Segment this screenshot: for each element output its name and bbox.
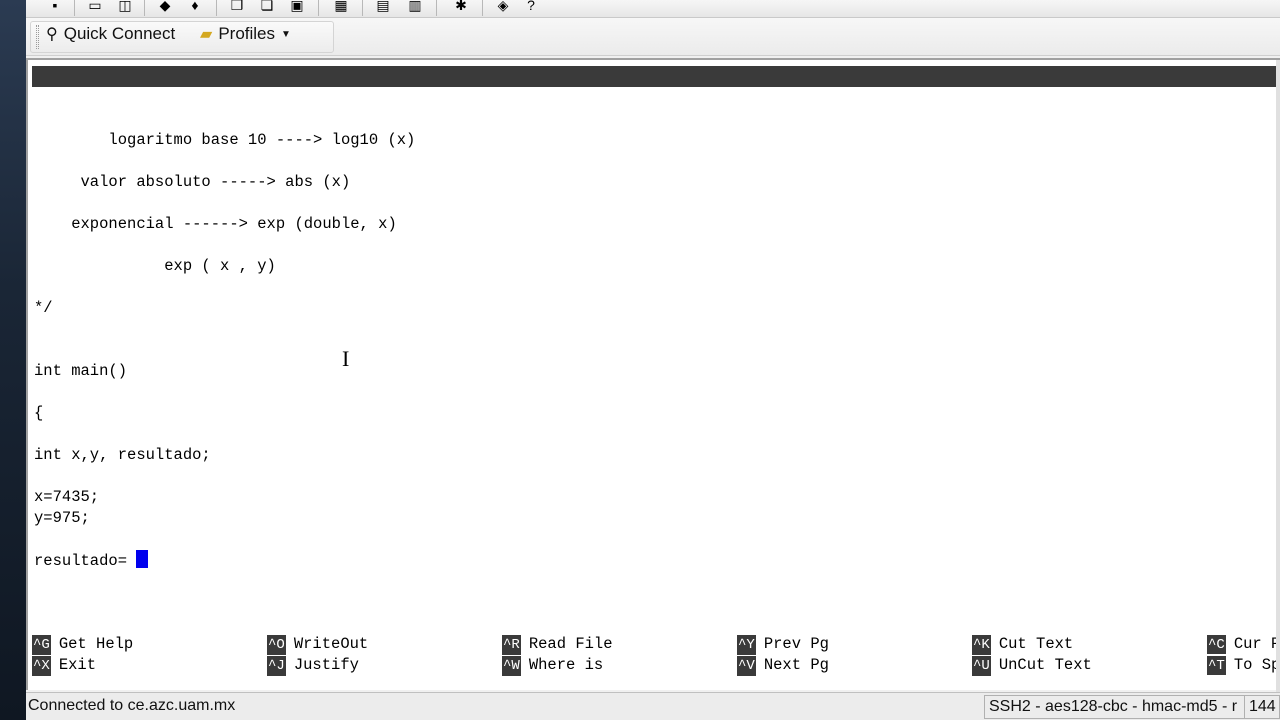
dropdown-icon: ▼ bbox=[281, 28, 291, 40]
shortcut-writeout[interactable]: ^O WriteOut bbox=[267, 634, 368, 655]
find-icon[interactable]: ▦ bbox=[330, 0, 352, 16]
quick-connect-icon: ⚲ bbox=[46, 26, 58, 43]
code-line: */ bbox=[34, 299, 53, 317]
shortcut-cur-pos[interactable]: ^CCur Pos bbox=[1207, 634, 1278, 654]
code-line: int x,y, resultado; bbox=[34, 446, 211, 464]
folder-icon: ▰ bbox=[200, 26, 213, 43]
cipher-status: SSH2 - aes128-cbc - hmac-md5 - r bbox=[984, 695, 1244, 719]
code-line: logaritmo base 10 ----> log10 (x) bbox=[34, 131, 416, 149]
shortcut-next-pg[interactable]: ^V Next Pg bbox=[737, 655, 829, 676]
quick-connect-label: Quick Connect bbox=[63, 24, 176, 43]
code-line: exp ( x , y) bbox=[34, 257, 276, 275]
terminal-scrollbar[interactable] bbox=[1276, 60, 1280, 692]
code-line: x=7435; bbox=[34, 488, 100, 506]
file-name: File: math.c bbox=[700, 110, 809, 127]
file-transfer-icon[interactable]: ▤ bbox=[372, 0, 394, 16]
shortcut-exit[interactable]: ^X Exit bbox=[32, 655, 96, 676]
shortcut-cut-text[interactable]: ^K Cut Text bbox=[972, 634, 1073, 655]
size-status: 144 bbox=[1244, 695, 1280, 719]
paste-icon[interactable]: ❏ bbox=[256, 0, 278, 16]
desktop-left-edge bbox=[0, 0, 26, 720]
text-cursor-icon: I bbox=[342, 346, 350, 371]
help-icon[interactable]: ? bbox=[520, 0, 542, 16]
shortcut-justify[interactable]: ^J Justify bbox=[267, 655, 359, 676]
connection-status: Connected to ce.azc.uam.mx bbox=[28, 697, 236, 714]
connect-toolbar: ⚲ Quick Connect ▰ Profiles ▼ bbox=[26, 18, 1280, 56]
shortcut-uncut-text[interactable]: ^U UnCut Text bbox=[972, 655, 1092, 676]
shortcut-where-is[interactable]: ^W Where is bbox=[502, 655, 603, 676]
code-line: { bbox=[34, 404, 44, 422]
code-line: valor absoluto -----> abs (x) bbox=[34, 173, 351, 191]
shortcut-read-file[interactable]: ^R Read File bbox=[502, 634, 613, 655]
editor-name: UW PICO(tm) 4.10 bbox=[63, 89, 208, 106]
code-line: exponencial ------> exp (double, x) bbox=[34, 215, 397, 233]
status-bar: Connected to ce.azc.uam.mx SSH2 - aes128… bbox=[26, 692, 1280, 720]
shortcut-get-help[interactable]: ^G Get Help bbox=[32, 634, 133, 655]
main-toolbar: ▪ ▭ ◫ ◆ ♦ ❐ ❏ ▣ ▦ ▤ ▥ ✱ ◈ ? bbox=[26, 0, 1280, 18]
ssh-client-window: ▪ ▭ ◫ ◆ ♦ ❐ ❏ ▣ ▦ ▤ ▥ ✱ ◈ ? ⚲ Quick Conn… bbox=[26, 0, 1280, 720]
profiles-button[interactable]: ▰ Profiles ▼ bbox=[200, 18, 291, 50]
quick-connect-button[interactable]: ⚲ Quick Connect bbox=[46, 18, 175, 50]
code-line: int main() bbox=[34, 362, 128, 380]
terminal-icon[interactable]: ▥ bbox=[404, 0, 426, 16]
copy-icon[interactable]: ❐ bbox=[226, 0, 248, 16]
save-icon[interactable]: ▪ bbox=[44, 0, 66, 16]
code-line: y=975; bbox=[34, 509, 90, 527]
print-icon[interactable]: ▭ bbox=[84, 0, 106, 16]
terminal-view[interactable]: UW PICO(tm) 4.10 File: math.c logaritmo … bbox=[26, 58, 1280, 692]
shortcut-prev-pg[interactable]: ^Y Prev Pg bbox=[737, 634, 829, 655]
book-icon[interactable]: ◈ bbox=[492, 0, 514, 16]
code-line-current: resultado= bbox=[34, 550, 149, 570]
new-window-icon[interactable]: ▣ bbox=[286, 0, 308, 16]
key-icon[interactable]: ◆ bbox=[154, 0, 176, 16]
profiles-label: Profiles bbox=[218, 24, 275, 43]
shortcut-to-spell[interactable]: ^TTo Spell bbox=[1207, 655, 1278, 675]
code-line-text: resultado= bbox=[34, 552, 137, 570]
lock-icon[interactable]: ♦ bbox=[184, 0, 206, 16]
pico-title-bar: UW PICO(tm) 4.10 File: math.c bbox=[32, 66, 1280, 127]
print-preview-icon[interactable]: ◫ bbox=[114, 0, 136, 16]
text-cursor bbox=[136, 550, 149, 568]
settings-icon[interactable]: ✱ bbox=[450, 0, 472, 16]
toolbar-grip[interactable] bbox=[36, 25, 39, 49]
